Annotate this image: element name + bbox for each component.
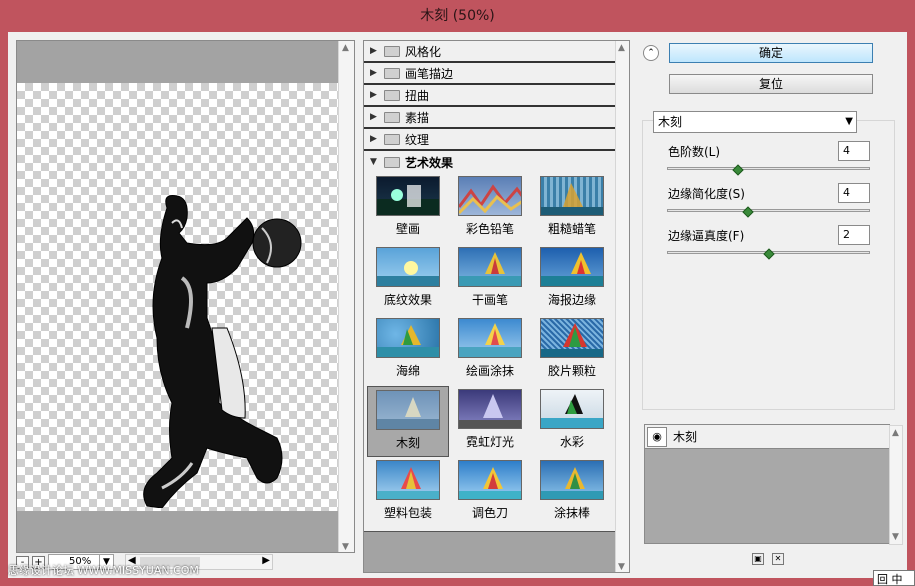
edge-fidelity-slider[interactable] [667,248,870,260]
edge-simplicity-label: 边缘简化度(S) [668,187,745,201]
levels-label: 色阶数(L) [668,145,721,159]
dry-brush-thumbnail [458,247,522,287]
filter-tile-watercolor[interactable]: 水彩 [531,386,613,457]
rough-pastels-thumbnail [540,176,604,216]
ok-button[interactable]: 确定 [669,43,873,63]
palette-knife-thumbnail [458,460,522,500]
new-layer-icon[interactable]: ▣ [752,553,764,565]
sponge-thumbnail [376,318,440,358]
corner-badge: 回 中 [873,570,915,586]
filter-tile-dry-brush[interactable]: 干画笔 [449,244,531,315]
category-artistic[interactable]: ▼ 艺术效果 [364,151,629,173]
category-texture[interactable]: ▶ 纹理 [364,129,629,151]
edge-simplicity-slider[interactable] [667,206,870,218]
filter-tile-palette-knife[interactable]: 调色刀 [449,457,531,528]
preview-canvas[interactable] [17,83,340,511]
folder-icon [384,133,400,145]
gallery-vertical-scrollbar[interactable]: ▲ ▼ [615,41,629,572]
expand-arrow-icon[interactable]: ▶ [370,68,384,78]
edge-simplicity-input[interactable]: 4 [838,183,870,203]
basketball-player-image [143,195,302,508]
filter-thumbnail-grid: 壁画 彩色铅笔 粗糙蜡笔 底纹效果 干画笔 海报边缘 海绵 绘画涂抹 胶片颗粒 … [364,173,629,528]
expand-arrow-icon[interactable]: ▶ [370,134,384,144]
window-title: 木刻 (50%) [0,0,915,32]
folder-icon [384,45,400,57]
fresco-thumbnail [376,176,440,216]
open-folder-icon [384,156,400,168]
effect-layers-panel: ◉ 木刻 ▲ ▼ [644,424,903,545]
filter-tile-fresco[interactable]: 壁画 [367,173,449,244]
category-distort[interactable]: ▶ 扭曲 [364,85,629,107]
filter-tile-rough-pastels[interactable]: 粗糙蜡笔 [531,173,613,244]
edge-fidelity-label: 边缘逼真度(F) [668,229,745,243]
preview-vertical-scrollbar[interactable]: ▲ ▼ [338,41,354,552]
scroll-up-icon[interactable]: ▲ [342,43,349,53]
layers-vertical-scrollbar[interactable]: ▲ ▼ [889,425,903,545]
film-grain-thumbnail [540,318,604,358]
smudge-stick-thumbnail [540,460,604,500]
preview-top-margin [17,41,340,83]
trash-icon[interactable]: ✕ [772,553,784,565]
colored-pencil-thumbnail [458,176,522,216]
scroll-right-icon[interactable]: ▶ [262,555,270,566]
filter-tile-poster-edges[interactable]: 海报边缘 [531,244,613,315]
preview-bottom-margin [17,511,340,552]
watercolor-thumbnail [540,389,604,429]
filter-tile-smudge-stick[interactable]: 涂抹棒 [531,457,613,528]
filter-tile-underpainting[interactable]: 底纹效果 [367,244,449,315]
gallery-bottom-area [364,531,616,572]
collapse-gallery-button[interactable]: ⌃ [643,45,659,61]
filter-select-value: 木刻 [658,115,683,129]
scroll-up-icon[interactable]: ▲ [892,428,899,438]
chevron-down-icon: ▼ [845,116,853,127]
filter-gallery-panel: ▶ 风格化 ▶ 画笔描边 ▶ 扭曲 ▶ 素描 ▶ 纹理 ▼ 艺术效果 壁画 彩色… [363,40,630,573]
filter-tile-neon-glow[interactable]: 霓虹灯光 [449,386,531,457]
paint-daubs-thumbnail [458,318,522,358]
edge-fidelity-input[interactable]: 2 [838,225,870,245]
expand-arrow-icon[interactable]: ▶ [370,90,384,100]
eye-icon[interactable]: ◉ [647,426,667,447]
folder-icon [384,111,400,123]
layer-tools: ▣ ✕ [752,553,784,565]
filter-tile-paint-daubs[interactable]: 绘画涂抹 [449,315,531,386]
reset-button[interactable]: 复位 [669,74,873,94]
neon-glow-thumbnail [458,389,522,429]
filter-gallery-dialog: ▲ ▼ - + 50% ▼ ◀ ▶ ▶ 风格化 ▶ 画笔描边 ▶ 扭曲 ▶ 素描… [8,32,907,578]
filter-settings-panel [642,120,895,410]
filter-select[interactable]: 木刻 ▼ [653,111,857,133]
filter-tile-film-grain[interactable]: 胶片颗粒 [531,315,613,386]
preview-panel: ▲ ▼ [16,40,355,553]
filter-tile-colored-pencil[interactable]: 彩色铅笔 [449,173,531,244]
collapse-arrow-icon[interactable]: ▼ [370,157,384,167]
underpainting-thumbnail [376,247,440,287]
filter-tile-cutout[interactable]: 木刻 [367,386,449,457]
expand-arrow-icon[interactable]: ▶ [370,112,384,122]
filter-tile-sponge[interactable]: 海绵 [367,315,449,386]
double-chevron-up-icon: ⌃ [647,48,655,58]
expand-arrow-icon[interactable]: ▶ [370,46,384,56]
poster-edges-thumbnail [540,247,604,287]
folder-icon [384,89,400,101]
scroll-down-icon[interactable]: ▼ [342,542,349,552]
scroll-down-icon[interactable]: ▼ [618,562,625,572]
cutout-thumbnail [376,390,440,430]
effect-layer-label: 木刻 [673,430,698,444]
watermark-text: 思缘设计论坛 WWW.MISSYUAN.COM [8,564,199,577]
category-brush-strokes[interactable]: ▶ 画笔描边 [364,63,629,85]
folder-icon [384,67,400,79]
category-sketch[interactable]: ▶ 素描 [364,107,629,129]
scroll-down-icon[interactable]: ▼ [892,532,899,542]
category-stylize[interactable]: ▶ 风格化 [364,41,629,63]
plastic-wrap-thumbnail [376,460,440,500]
scroll-up-icon[interactable]: ▲ [618,43,625,53]
filter-tile-plastic-wrap[interactable]: 塑料包装 [367,457,449,528]
effect-layer-row[interactable]: ◉ 木刻 [645,425,889,449]
levels-input[interactable]: 4 [838,141,870,161]
levels-slider[interactable] [667,164,870,176]
